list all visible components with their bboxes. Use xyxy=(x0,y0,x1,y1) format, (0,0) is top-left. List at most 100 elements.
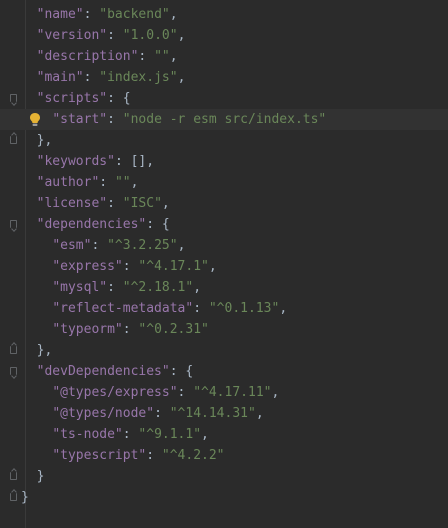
code-line[interactable]: "mysql": "^2.18.1", xyxy=(0,277,448,298)
json-string-value: "^9.1.1" xyxy=(138,427,202,442)
fold-end-icon[interactable] xyxy=(10,493,17,501)
json-punctuation: }, xyxy=(36,343,53,358)
json-key: "express" xyxy=(52,259,123,274)
code-text: "version": "1.0.0", xyxy=(21,25,186,46)
code-line[interactable]: }, xyxy=(0,340,448,361)
json-punctuation: : { xyxy=(107,91,131,106)
json-punctuation: : xyxy=(107,280,123,295)
code-line[interactable]: "start": "node -r esm src/index.ts" xyxy=(0,109,448,130)
fold-collapse-icon[interactable] xyxy=(10,220,17,228)
code-line[interactable]: "typeorm": "^0.2.31" xyxy=(0,319,448,340)
code-text: "@types/express": "^4.17.11", xyxy=(21,382,279,403)
fold-collapse-icon[interactable] xyxy=(10,367,17,375)
code-text: "license": "ISC", xyxy=(21,193,170,214)
json-key: "typeorm" xyxy=(52,322,123,337)
code-line[interactable]: "ts-node": "^9.1.1", xyxy=(0,424,448,445)
code-line[interactable]: "typescript": "^4.2.2" xyxy=(0,445,448,466)
code-line[interactable]: "scripts": { xyxy=(0,88,448,109)
code-line[interactable]: "keywords": [], xyxy=(0,151,448,172)
json-string-value: "index.js" xyxy=(99,70,178,85)
json-string-value: "^2.18.1" xyxy=(122,280,194,295)
code-line[interactable]: "main": "index.js", xyxy=(0,67,448,88)
code-text: "typescript": "^4.2.2" xyxy=(21,445,225,466)
code-text: "dependencies": { xyxy=(21,214,170,235)
json-comma: , xyxy=(177,238,186,253)
json-comma: , xyxy=(169,49,178,64)
code-line[interactable]: "@types/node": "^14.14.31", xyxy=(0,403,448,424)
json-string-value: "backend" xyxy=(99,7,170,22)
lightbulb-icon[interactable] xyxy=(29,112,41,127)
code-line[interactable]: "author": "", xyxy=(0,172,448,193)
json-punctuation: : xyxy=(107,28,123,43)
code-editor[interactable]: "name": "backend", "version": "1.0.0", "… xyxy=(0,0,448,528)
json-key: "description" xyxy=(36,49,139,64)
code-text: } xyxy=(21,487,29,508)
fold-end-icon[interactable] xyxy=(10,472,17,480)
json-punctuation: : xyxy=(83,7,100,22)
json-comma: , xyxy=(161,196,170,211)
json-key: "ts-node" xyxy=(52,427,123,442)
code-line[interactable]: "version": "1.0.0", xyxy=(0,25,448,46)
json-punctuation: : xyxy=(122,322,139,337)
json-string-value: "^4.2.2" xyxy=(161,448,225,463)
json-string-value: "^3.2.25" xyxy=(107,238,178,253)
code-line[interactable]: } xyxy=(0,466,448,487)
code-text: "ts-node": "^9.1.1", xyxy=(21,424,209,445)
json-key: "reflect-metadata" xyxy=(52,301,194,316)
json-punctuation: : xyxy=(107,196,123,211)
json-punctuation: : xyxy=(122,259,139,274)
code-line[interactable]: "@types/express": "^4.17.11", xyxy=(0,382,448,403)
json-punctuation: : xyxy=(154,406,170,421)
json-punctuation: : xyxy=(107,112,123,127)
code-line[interactable]: "dependencies": { xyxy=(0,214,448,235)
json-string-value: "node -r esm src/index.ts" xyxy=(122,112,327,127)
code-line[interactable]: "express": "^4.17.1", xyxy=(0,256,448,277)
json-string-value: "ISC" xyxy=(122,196,162,211)
json-key: "mysql" xyxy=(52,280,108,295)
json-string-value: "^0.1.13" xyxy=(208,301,280,316)
json-punctuation: : { xyxy=(169,364,194,379)
code-line[interactable]: "esm": "^3.2.25", xyxy=(0,235,448,256)
json-string-value: "^14.14.31" xyxy=(169,406,256,421)
json-string-value: "^4.17.11" xyxy=(193,385,272,400)
json-comma: , xyxy=(255,406,264,421)
code-text: "start": "node -r esm src/index.ts" xyxy=(21,109,326,130)
code-line[interactable]: "description": "", xyxy=(0,46,448,67)
json-punctuation: : xyxy=(177,385,194,400)
code-line[interactable]: "name": "backend", xyxy=(0,4,448,25)
json-key: "keywords" xyxy=(36,154,115,169)
code-line[interactable]: } xyxy=(0,487,448,508)
code-text: "keywords": [], xyxy=(21,151,154,172)
json-punctuation: }, xyxy=(36,133,53,148)
code-text: "name": "backend", xyxy=(21,4,178,25)
json-string-value: "1.0.0" xyxy=(122,28,178,43)
json-key: "name" xyxy=(36,7,84,22)
code-line[interactable]: "devDependencies": { xyxy=(0,361,448,382)
code-line[interactable]: "reflect-metadata": "^0.1.13", xyxy=(0,298,448,319)
fold-collapse-icon[interactable] xyxy=(10,94,17,102)
fold-end-icon[interactable] xyxy=(10,346,17,354)
code-text: }, xyxy=(21,130,53,151)
code-line[interactable]: "license": "ISC", xyxy=(0,193,448,214)
json-string-value: "" xyxy=(114,175,131,190)
fold-end-icon[interactable] xyxy=(10,136,17,144)
code-line[interactable]: }, xyxy=(0,130,448,151)
code-text: "typeorm": "^0.2.31" xyxy=(21,319,209,340)
code-text: "express": "^4.17.1", xyxy=(21,256,216,277)
